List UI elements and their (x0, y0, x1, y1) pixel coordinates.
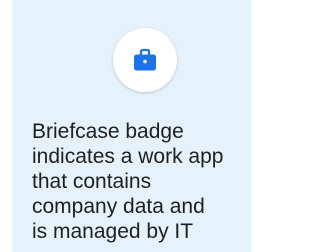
caption-line: Briefcase badge (32, 120, 184, 143)
info-card: Briefcase badge indicates a work app tha… (12, 0, 251, 252)
work-badge (113, 28, 177, 92)
caption-line: that contains (32, 170, 152, 193)
badge-description: Briefcase badge indicates a work app tha… (32, 119, 251, 244)
caption-line: is managed by IT (32, 220, 194, 243)
caption-line: indicates a work app (32, 145, 224, 168)
briefcase-icon (134, 48, 156, 71)
caption-line: company data and (32, 195, 205, 218)
